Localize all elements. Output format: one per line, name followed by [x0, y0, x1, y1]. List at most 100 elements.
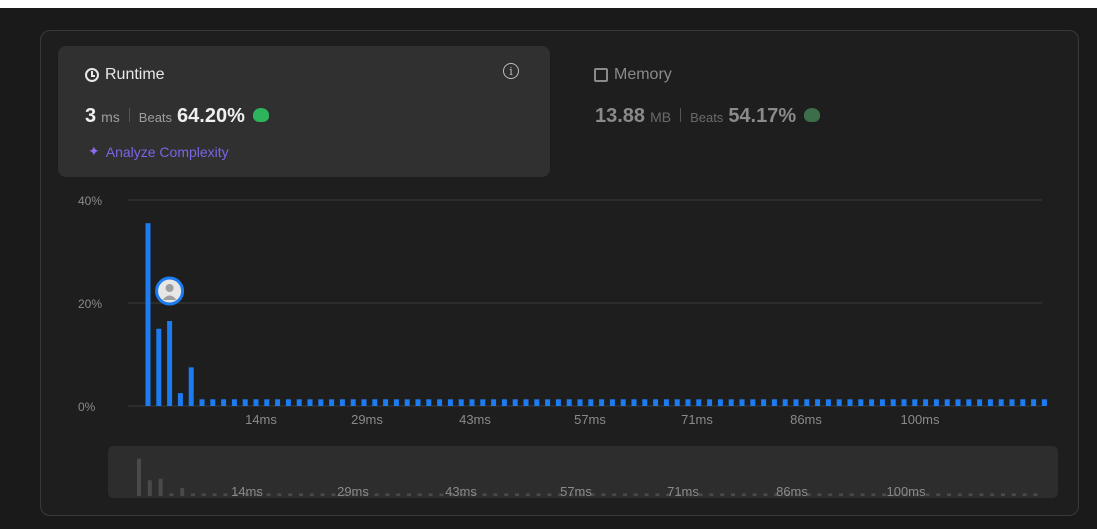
bar [825, 399, 831, 406]
scrubber-bar [633, 493, 638, 496]
scrubber-tick-label: 71ms [667, 484, 699, 499]
bar [361, 399, 367, 406]
bar [199, 399, 205, 406]
bar [404, 399, 410, 406]
bar [534, 399, 540, 406]
bar [793, 399, 799, 406]
bar [782, 399, 788, 406]
scrubber-bar [1001, 493, 1005, 496]
bar [501, 399, 507, 406]
scrubber-tick-label: 29ms [337, 484, 369, 499]
x-tick-label: 86ms [790, 412, 822, 427]
bar [815, 399, 821, 406]
scrubber-bar [741, 493, 746, 496]
scrubber-bar [720, 493, 725, 496]
bar [307, 399, 313, 406]
x-tick-label: 43ms [459, 412, 491, 427]
bar [728, 399, 734, 406]
bar [998, 399, 1004, 406]
x-tick-label: 100ms [900, 412, 940, 427]
scrubber-bar [299, 493, 303, 496]
bar [566, 399, 572, 406]
scrubber-bar [925, 493, 930, 496]
scrubber-bar [1011, 493, 1016, 496]
x-tick-label: 57ms [574, 412, 606, 427]
bar [631, 399, 637, 406]
scrubber-bar [547, 493, 552, 496]
bar [339, 399, 345, 406]
bar [653, 399, 659, 406]
bar [296, 399, 302, 406]
scrubber-bar [763, 493, 768, 496]
bar [923, 399, 929, 406]
scrubber-tick-label: 14ms [231, 484, 263, 499]
scrubber-bar [947, 493, 951, 496]
bar [275, 399, 281, 406]
bar [285, 399, 291, 406]
bar [609, 399, 615, 406]
y-tick-label: 0% [78, 400, 96, 414]
scrubber-bar [525, 493, 530, 496]
bar [739, 399, 745, 406]
bar [372, 399, 378, 406]
scrubber-bar [396, 493, 401, 496]
scrubber-bar [612, 493, 617, 496]
scrubber-tick-label: 86ms [776, 484, 808, 499]
scrubber-bar [147, 480, 152, 496]
bar [977, 399, 983, 406]
bar [577, 399, 583, 406]
bar [491, 399, 497, 406]
bar [717, 399, 723, 406]
scrubber-bar [201, 493, 206, 496]
scrubber-bar [223, 493, 228, 496]
scrubber-bar [407, 493, 411, 496]
bar [1020, 399, 1026, 406]
bar [437, 399, 443, 406]
bar [167, 321, 173, 406]
scrubber-bar [990, 493, 995, 496]
scrubber-bar [374, 493, 379, 496]
bar [869, 399, 875, 406]
scrubber-bar [1033, 493, 1038, 496]
scrubber-bar [158, 478, 163, 496]
bar [771, 399, 777, 406]
y-tick-label: 40% [78, 194, 102, 208]
bar [966, 399, 972, 406]
bar [879, 399, 885, 406]
scrubber-bar [212, 493, 217, 496]
scrubber-tick-label: 43ms [445, 484, 477, 499]
x-tick-label: 71ms [681, 412, 713, 427]
bar [231, 399, 237, 406]
scrubber-bar [860, 493, 865, 496]
scrubber-bar [752, 493, 757, 496]
scrubber-bar [191, 493, 195, 496]
scrubber-bar [493, 493, 498, 496]
bar [383, 399, 389, 406]
bar [426, 399, 432, 406]
bar [642, 399, 648, 406]
bar [707, 399, 713, 406]
bar [912, 399, 918, 406]
bar [480, 399, 486, 406]
bar [512, 399, 518, 406]
bar [890, 399, 896, 406]
bar [987, 399, 993, 406]
bar [545, 399, 551, 406]
scrubber-bar [288, 493, 293, 496]
bar [663, 399, 669, 406]
bar [469, 399, 475, 406]
scrubber-bar [439, 493, 444, 496]
scrubber-bar [839, 493, 843, 496]
scrubber-bar [817, 493, 822, 496]
scrubber-bar [644, 493, 649, 496]
scrubber-bar [536, 493, 541, 496]
bar [955, 399, 961, 406]
bar [393, 399, 399, 406]
bar [847, 399, 853, 406]
scrubber-bar [266, 493, 271, 496]
bar [836, 399, 842, 406]
scrubber-bar [309, 493, 314, 496]
bar [145, 223, 151, 406]
scrubber-tick-label: 100ms [886, 484, 926, 499]
bar [555, 399, 561, 406]
